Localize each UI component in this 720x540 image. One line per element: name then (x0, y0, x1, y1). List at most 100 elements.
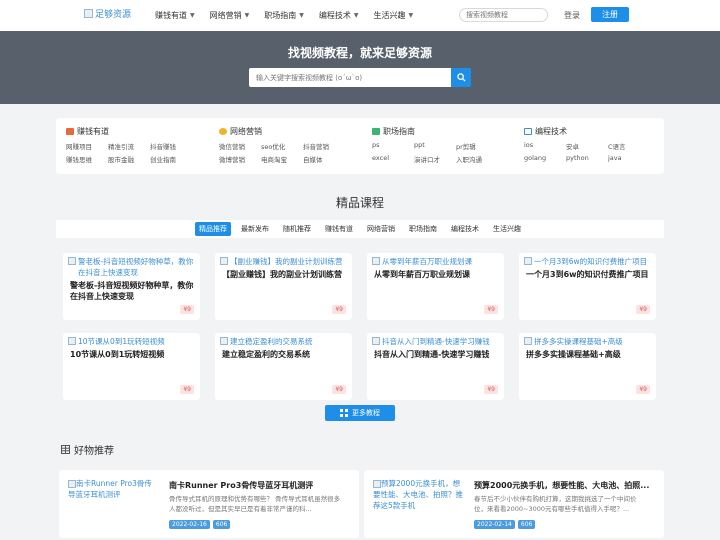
course-card[interactable]: 抖音从入门到精通-快速学习赚钱 抖音从入门到精通-快速学习赚钱 ¥9 (367, 333, 504, 400)
category-link[interactable]: 安卓 (566, 141, 608, 151)
category-link[interactable]: 赚钱思维 (66, 154, 108, 164)
goods-card[interactable]: 预算2000元换手机，想要性能、大电池、拍照？推荐这5款手机 预算2000元换手… (364, 470, 664, 538)
course-card[interactable]: 从零到年薪百万职业规划课 从零到年薪百万职业规划课 ¥9 (367, 253, 504, 320)
tab-programming[interactable]: 编程技术 (447, 222, 483, 236)
course-thumbnail[interactable]: 一个月3到6w的知识付费推广项目 (524, 256, 654, 267)
course-card[interactable]: 【副业赚钱】我的副业计划训练营 【副业赚钱】我的副业计划训练营 ¥9 (215, 253, 352, 320)
hero-title: 找视频教程，就来足够资源 (287, 46, 432, 60)
hero-search-input[interactable] (249, 68, 451, 87)
course-title[interactable]: 拼多多实操课程基础+高级 (526, 349, 654, 360)
category-link[interactable]: seo优化 (261, 141, 303, 151)
nav-item-lifestyle[interactable]: 生活兴趣 ▼ (374, 10, 414, 21)
briefcase-icon (66, 128, 74, 135)
price-badge: ¥9 (484, 305, 498, 314)
category-link[interactable]: golang (524, 154, 566, 162)
course-card[interactable]: 拼多多实操课程基础+高级 拼多多实操课程基础+高级 ¥9 (519, 333, 656, 400)
category-link[interactable]: 股市金融 (108, 154, 150, 164)
category-header[interactable]: 赚钱有道 (66, 126, 192, 137)
category-link[interactable]: excel (372, 154, 414, 164)
category-link[interactable]: 入职沟通 (456, 154, 498, 164)
price-badge: ¥9 (180, 305, 194, 314)
category-link[interactable]: java (608, 154, 650, 162)
goods-meta: 2022-02-16 606 (169, 520, 231, 529)
goods-description: 骨传导式耳机的原理和优势有哪些？ 骨传导式耳机虽然很多人都没听过，但是其实早已是… (169, 495, 341, 513)
course-card[interactable]: 10节课从0到1玩转短视频 10节课从0到1玩转短视频 ¥9 (63, 333, 200, 400)
tab-career[interactable]: 职场指南 (405, 222, 441, 236)
coin-icon (219, 128, 227, 135)
course-title[interactable]: 建立稳定盈利的交易系统 (222, 349, 350, 360)
category-link[interactable]: 抖音营销 (303, 141, 345, 151)
category-career: 职场指南 ps ppt pr剪辑 excel 演讲口才 入职沟通 (372, 126, 498, 164)
category-link[interactable]: C语言 (608, 141, 650, 151)
course-card[interactable]: 一个月3到6w的知识付费推广项目 一个月3到6w的知识付费推广项目 ¥9 (519, 253, 656, 320)
goods-section-title: 好物推荐 (61, 442, 114, 457)
category-header[interactable]: 编程技术 (524, 126, 650, 137)
nav-item-marketing[interactable]: 网络营销 ▼ (210, 10, 250, 21)
broken-image-icon (84, 9, 93, 18)
category-money: 赚钱有道 网赚项目 精准引流 抖音赚钱 赚钱思维 股市金融 创业指南 (66, 126, 192, 164)
category-link[interactable]: 电商淘宝 (261, 154, 303, 164)
tab-random[interactable]: 随机推荐 (279, 222, 315, 236)
nav-label: 生活兴趣 (373, 11, 406, 20)
register-button[interactable]: 注册 (591, 7, 629, 22)
course-title[interactable]: 【副业赚钱】我的副业计划训练营 (222, 269, 350, 280)
tab-lifestyle[interactable]: 生活兴趣 (489, 222, 525, 236)
site-logo[interactable]: 足够资源 (84, 7, 131, 20)
category-link[interactable]: 微信营销 (219, 141, 261, 151)
goods-card[interactable]: 南卡Runner Pro3骨传导蓝牙耳机测评 南卡Runner Pro3骨传导蓝… (59, 470, 359, 538)
category-header[interactable]: 职场指南 (372, 126, 498, 137)
header-search-input[interactable] (459, 8, 548, 22)
goods-thumbnail[interactable]: 南卡Runner Pro3骨传导蓝牙耳机测评 (68, 478, 158, 500)
more-courses-button[interactable]: 更多教程 (325, 405, 395, 421)
category-link[interactable]: 演讲口才 (414, 154, 456, 164)
course-thumbnail[interactable]: 警老板-抖音短视频好物种草，教你在抖音上快速变现 (68, 256, 198, 278)
course-thumbnail[interactable]: 【副业赚钱】我的副业计划训练营 (220, 256, 350, 267)
goods-title[interactable]: 预算2000元换手机，想要性能、大电池、拍照... (474, 480, 649, 491)
category-link[interactable]: 精准引流 (108, 141, 150, 151)
course-title[interactable]: 从零到年薪百万职业规划课 (374, 269, 502, 280)
tab-marketing[interactable]: 网络营销 (363, 222, 399, 236)
category-link[interactable]: 创业指南 (150, 154, 192, 164)
tab-latest[interactable]: 最新发布 (237, 222, 273, 236)
goods-thumbnail[interactable]: 预算2000元换手机，想要性能、大电池、拍照？推荐这5款手机 (373, 478, 463, 511)
category-link[interactable]: ps (372, 141, 414, 151)
course-title[interactable]: 警老板-抖音短视频好物种草，教你在抖音上快速变现 (70, 280, 198, 302)
course-thumbnail[interactable]: 从零到年薪百万职业规划课 (372, 256, 502, 267)
course-thumbnail[interactable]: 10节课从0到1玩转短视频 (68, 336, 198, 347)
category-link[interactable]: ios (524, 141, 566, 151)
nav-label: 职场指南 (264, 11, 297, 20)
category-link[interactable]: 微博营销 (219, 154, 261, 164)
course-title[interactable]: 一个月3到6w的知识付费推广项目 (526, 269, 654, 280)
category-header[interactable]: 网络营销 (219, 126, 345, 137)
category-link[interactable]: 抖音赚钱 (150, 141, 192, 151)
hero-search-button[interactable] (451, 68, 471, 87)
course-thumbnail[interactable]: 抖音从入门到精通-快速学习赚钱 (372, 336, 502, 347)
price-badge: ¥9 (332, 305, 346, 314)
category-link[interactable]: ppt (414, 141, 456, 151)
category-link[interactable]: 自媒体 (303, 154, 345, 164)
category-link[interactable]: 网赚项目 (66, 141, 108, 151)
chevron-down-icon: ▼ (408, 12, 414, 19)
nav-item-career[interactable]: 职场指南 ▼ (264, 10, 304, 21)
thumbnail-alt-text: 抖音从入门到精通-快速学习赚钱 (382, 337, 490, 346)
tab-featured[interactable]: 精品推荐 (195, 222, 231, 236)
price-badge: ¥9 (636, 305, 650, 314)
nav-item-programming[interactable]: 编程技术 ▼ (319, 10, 359, 21)
course-card[interactable]: 警老板-抖音短视频好物种草，教你在抖音上快速变现 警老板-抖音短视频好物种草，教… (63, 253, 200, 320)
category-link[interactable]: pr剪辑 (456, 141, 498, 151)
chevron-down-icon: ▼ (353, 12, 359, 19)
thumbnail-alt-text: 建立稳定盈利的交易系统 (230, 337, 313, 346)
goods-title[interactable]: 南卡Runner Pro3骨传导蓝牙耳机测评 (169, 480, 313, 491)
course-tabs: 精品推荐 最新发布 随机推荐 赚钱有道 网络营销 职场指南 编程技术 生活兴趣 (56, 220, 664, 238)
course-card[interactable]: 建立稳定盈利的交易系统 建立稳定盈利的交易系统 ¥9 (215, 333, 352, 400)
login-link[interactable]: 登录 (564, 10, 580, 21)
course-title[interactable]: 抖音从入门到精通-快速学习赚钱 (374, 349, 502, 360)
course-thumbnail[interactable]: 建立稳定盈利的交易系统 (220, 336, 350, 347)
course-title[interactable]: 10节课从0到1玩转短视频 (70, 349, 198, 360)
tab-money[interactable]: 赚钱有道 (321, 222, 357, 236)
nav-item-money[interactable]: 赚钱有道 ▼ (155, 10, 195, 21)
broken-image-icon (68, 257, 76, 265)
course-thumbnail[interactable]: 拼多多实操课程基础+高级 (524, 336, 654, 347)
category-link[interactable]: python (566, 154, 608, 162)
monitor-icon (524, 128, 532, 135)
